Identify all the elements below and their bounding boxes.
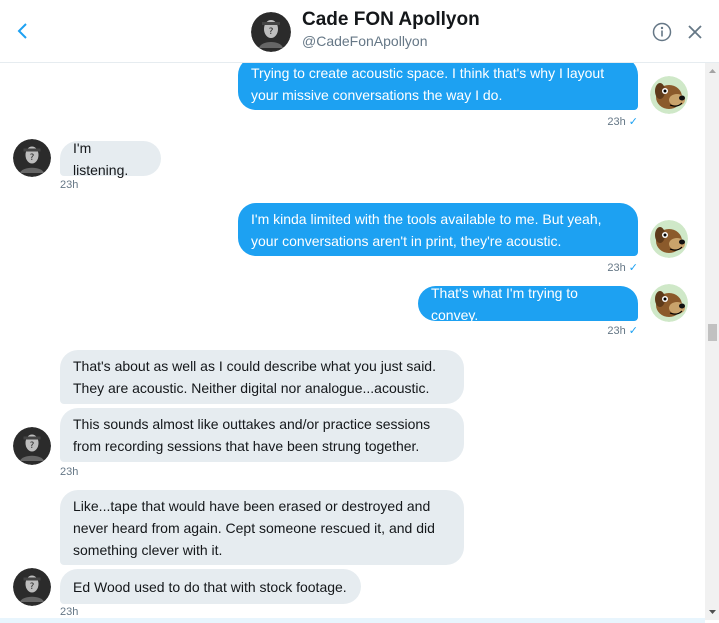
message-text: Trying to create acoustic space. I think… [251, 64, 605, 103]
avatar[interactable]: ? [13, 568, 51, 606]
conversation-header: ? Cade FON Apollyon @CadeFonApollyon [0, 0, 719, 63]
info-icon [652, 22, 672, 42]
message-timestamp: 23h ✓ [607, 325, 638, 337]
dog-avatar-icon [650, 284, 688, 322]
scroll-down-icon[interactable] [708, 608, 717, 616]
avatar[interactable]: ? [251, 12, 291, 52]
avatar[interactable] [650, 284, 688, 322]
conversation-title: Cade FON Apollyon [302, 9, 480, 30]
avatar[interactable] [650, 76, 688, 114]
message-bubble-outgoing[interactable]: I'm kinda limited with the tools availab… [238, 203, 638, 256]
anonymous-avatar-icon: ? [251, 12, 291, 52]
info-button[interactable] [651, 21, 673, 43]
avatar[interactable]: ? [13, 139, 51, 177]
message-timestamp: 23h ✓ [607, 116, 638, 128]
message-text: That's what I'm trying to convey. [431, 284, 578, 323]
svg-text:?: ? [30, 582, 35, 592]
chevron-left-icon [17, 23, 27, 39]
check-icon: ✓ [628, 116, 638, 128]
message-bubble-incoming[interactable]: Like...tape that would have been erased … [60, 490, 464, 565]
message-text: Ed Wood used to do that with stock foota… [73, 578, 347, 595]
anonymous-avatar-icon: ? [13, 427, 51, 465]
message-text: I'm kinda limited with the tools availab… [251, 210, 602, 249]
dog-avatar-icon [650, 220, 688, 258]
message-text: Like...tape that would have been erased … [73, 497, 435, 558]
message-bubble-outgoing[interactable]: Trying to create acoustic space. I think… [238, 63, 638, 110]
message-bubble-incoming[interactable]: Ed Wood used to do that with stock foota… [60, 569, 361, 604]
close-button[interactable] [684, 21, 706, 43]
message-text: That's about as well as I could describe… [73, 358, 436, 396]
dog-avatar-icon [650, 76, 688, 114]
scroll-up-icon[interactable] [708, 67, 717, 75]
close-icon [688, 25, 702, 39]
back-button[interactable] [10, 18, 36, 44]
message-text: This sounds almost like outtakes and/or … [73, 416, 431, 454]
message-timestamp: 23h [60, 179, 79, 191]
check-icon: ✓ [628, 325, 638, 337]
svg-text:?: ? [30, 441, 35, 451]
svg-text:?: ? [30, 153, 35, 163]
anonymous-avatar-icon: ? [13, 568, 51, 606]
message-bubble-outgoing[interactable]: That's what I'm trying to convey. [418, 285, 638, 323]
message-text: I'm listening. [73, 139, 129, 178]
avatar[interactable]: ? [13, 427, 51, 465]
check-icon: ✓ [628, 262, 638, 274]
svg-text:?: ? [269, 27, 274, 37]
message-bubble-incoming[interactable]: I'm listening. [60, 140, 161, 178]
scrollbar-thumb[interactable] [708, 324, 717, 341]
avatar[interactable] [650, 220, 688, 258]
message-bubble-incoming[interactable]: That's about as well as I could describe… [60, 350, 464, 404]
composer-edge [0, 618, 705, 623]
message-timestamp: 23h [60, 606, 79, 618]
scrollbar[interactable] [705, 63, 719, 620]
conversation-handle: @CadeFonApollyon [302, 33, 428, 49]
message-bubble-incoming[interactable]: This sounds almost like outtakes and/or … [60, 408, 464, 462]
message-timestamp: 23h ✓ [607, 262, 638, 274]
message-thread[interactable]: Trying to create acoustic space. I think… [0, 63, 705, 620]
anonymous-avatar-icon: ? [13, 139, 51, 177]
message-timestamp: 23h [60, 466, 79, 478]
